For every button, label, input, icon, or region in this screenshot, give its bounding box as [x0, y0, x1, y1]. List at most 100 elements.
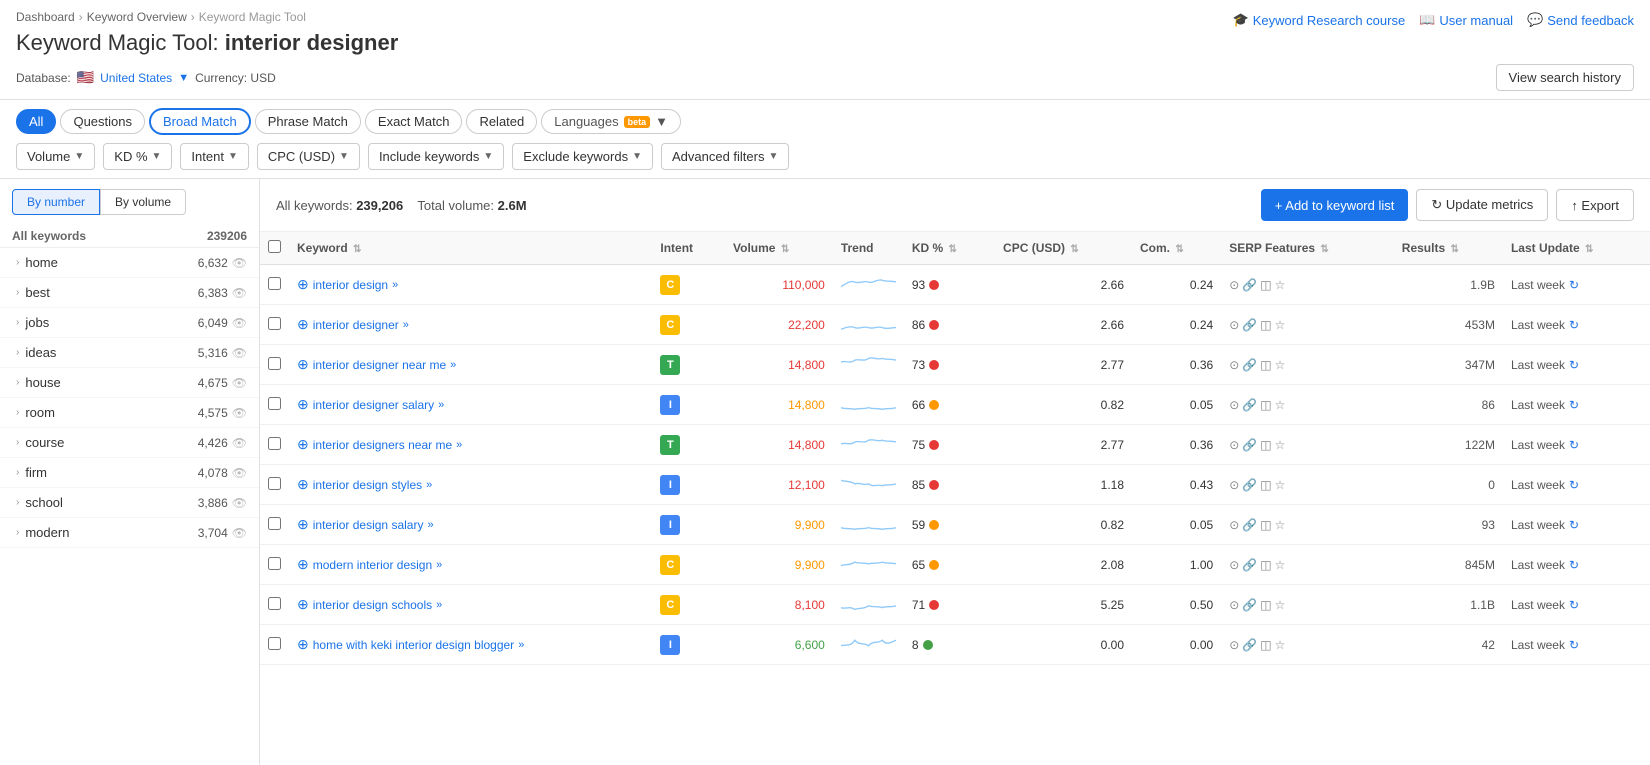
intent-filter[interactable]: Intent▼: [180, 143, 248, 170]
volume-header[interactable]: Volume ⇅: [725, 232, 833, 265]
row-checkbox[interactable]: [268, 357, 281, 370]
com-header[interactable]: Com. ⇅: [1132, 232, 1221, 265]
export-button[interactable]: ↑ Export: [1556, 189, 1634, 221]
keyword-cell: ⊕ interior designer »: [289, 305, 652, 345]
sort-by-volume-button[interactable]: By volume: [100, 189, 186, 215]
intent-badge: C: [660, 275, 680, 295]
keyword-link[interactable]: ⊕ interior designer »: [297, 316, 644, 333]
kd-header[interactable]: KD % ⇅: [904, 232, 995, 265]
sidebar-item[interactable]: ›home 6,632👁: [0, 248, 259, 278]
keyword-link[interactable]: ⊕ interior designer salary »: [297, 396, 644, 413]
row-checkbox[interactable]: [268, 277, 281, 290]
row-checkbox[interactable]: [268, 557, 281, 570]
include-keywords-filter[interactable]: Include keywords▼: [368, 143, 504, 170]
keyword-link[interactable]: ⊕ interior design schools »: [297, 596, 644, 613]
keyword-cell: ⊕ interior designer near me »: [289, 345, 652, 385]
tab-phrase-match[interactable]: Phrase Match: [255, 109, 361, 134]
keyword-link[interactable]: ⊕ interior design »: [297, 276, 644, 293]
arrows-icon: »: [456, 439, 462, 451]
intent-badge: T: [660, 435, 680, 455]
intent-cell: I: [652, 385, 725, 425]
chevron-down-icon[interactable]: ▼: [178, 72, 189, 84]
update-label: Last week: [1511, 478, 1565, 492]
breadcrumb-current: Keyword Magic Tool: [199, 10, 306, 24]
refresh-icon[interactable]: ↻: [1569, 358, 1579, 372]
row-checkbox[interactable]: [268, 437, 281, 450]
cpc-header[interactable]: CPC (USD) ⇅: [995, 232, 1132, 265]
volume-filter[interactable]: Volume▼: [16, 143, 95, 170]
keyword-link[interactable]: ⊕ interior design salary »: [297, 516, 644, 533]
serp-icon: ◫: [1260, 358, 1271, 372]
tab-related[interactable]: Related: [466, 109, 537, 134]
keyword-link[interactable]: ⊕ modern interior design »: [297, 556, 644, 573]
kd-dot: [929, 440, 939, 450]
exclude-keywords-filter[interactable]: Exclude keywords▼: [512, 143, 653, 170]
serp-icon: ⊙: [1229, 278, 1239, 292]
sidebar-item[interactable]: ›school 3,886👁: [0, 488, 259, 518]
keyword-link[interactable]: ⊕ interior design styles »: [297, 476, 644, 493]
row-checkbox[interactable]: [268, 517, 281, 530]
trend-cell: [833, 305, 904, 345]
user-manual-link[interactable]: 📖 User manual: [1419, 12, 1513, 28]
refresh-icon[interactable]: ↻: [1569, 518, 1579, 532]
refresh-icon[interactable]: ↻: [1569, 398, 1579, 412]
results-cell: 0: [1394, 465, 1503, 505]
plus-icon: ⊕: [297, 276, 309, 293]
results-header[interactable]: Results ⇅: [1394, 232, 1503, 265]
sidebar-item[interactable]: ›jobs 6,049👁: [0, 308, 259, 338]
update-metrics-button[interactable]: ↻ Update metrics: [1416, 189, 1548, 221]
serp-features-cell: ⊙ 🔗 ◫ ☆: [1221, 345, 1394, 385]
languages-button[interactable]: Languages beta ▼: [541, 109, 681, 134]
intent-badge: I: [660, 475, 680, 495]
breadcrumb-keyword-overview[interactable]: Keyword Overview: [87, 10, 187, 24]
sidebar-item[interactable]: ›firm 4,078👁: [0, 458, 259, 488]
refresh-icon[interactable]: ↻: [1569, 278, 1579, 292]
add-to-keyword-list-button[interactable]: + Add to keyword list: [1261, 189, 1409, 221]
serp-features-header[interactable]: SERP Features ⇅: [1221, 232, 1394, 265]
refresh-icon[interactable]: ↻: [1569, 438, 1579, 452]
select-all-checkbox[interactable]: [268, 240, 281, 253]
last-update-header[interactable]: Last Update ⇅: [1503, 232, 1650, 265]
keyword-research-course-link[interactable]: 🎓 Keyword Research course: [1233, 12, 1406, 28]
refresh-icon[interactable]: ↻: [1569, 478, 1579, 492]
refresh-icon[interactable]: ↻: [1569, 318, 1579, 332]
kd-filter[interactable]: KD %▼: [103, 143, 172, 170]
advanced-filters[interactable]: Advanced filters▼: [661, 143, 789, 170]
tab-all[interactable]: All: [16, 109, 56, 134]
plus-icon: ⊕: [297, 476, 309, 493]
sidebar-item[interactable]: ›modern 3,704👁: [0, 518, 259, 548]
serp-icon: ⊙: [1229, 598, 1239, 612]
tab-questions[interactable]: Questions: [60, 109, 145, 134]
serp-icon: ☆: [1275, 598, 1286, 612]
view-history-button[interactable]: View search history: [1496, 64, 1634, 91]
table-row: ⊕ home with keki interior design blogger…: [260, 625, 1650, 665]
sidebar-item[interactable]: ›ideas 5,316👁: [0, 338, 259, 368]
intent-cell: T: [652, 345, 725, 385]
breadcrumb-dashboard[interactable]: Dashboard: [16, 10, 75, 24]
refresh-icon[interactable]: ↻: [1569, 638, 1579, 652]
keyword-link[interactable]: ⊕ interior designers near me »: [297, 436, 644, 453]
sidebar-item[interactable]: ›course 4,426👁: [0, 428, 259, 458]
keyword-link[interactable]: ⊕ home with keki interior design blogger…: [297, 636, 644, 653]
keyword-link[interactable]: ⊕ interior designer near me »: [297, 356, 644, 373]
cpc-filter[interactable]: CPC (USD)▼: [257, 143, 360, 170]
sidebar-item[interactable]: ›best 6,383👁: [0, 278, 259, 308]
serp-icon: ◫: [1260, 438, 1271, 452]
row-checkbox[interactable]: [268, 477, 281, 490]
tab-exact-match[interactable]: Exact Match: [365, 109, 463, 134]
row-checkbox[interactable]: [268, 597, 281, 610]
row-checkbox-cell: [260, 305, 289, 345]
send-feedback-link[interactable]: 💬 Send feedback: [1527, 12, 1634, 28]
sidebar-item[interactable]: ›house 4,675👁: [0, 368, 259, 398]
row-checkbox[interactable]: [268, 317, 281, 330]
refresh-icon[interactable]: ↻: [1569, 598, 1579, 612]
sort-by-number-button[interactable]: By number: [12, 189, 100, 215]
row-checkbox[interactable]: [268, 397, 281, 410]
refresh-icon[interactable]: ↻: [1569, 558, 1579, 572]
tab-broad-match[interactable]: Broad Match: [149, 108, 251, 135]
database-country-link[interactable]: United States: [100, 71, 172, 85]
row-checkbox[interactable]: [268, 637, 281, 650]
intent-cell: T: [652, 425, 725, 465]
keyword-header[interactable]: Keyword ⇅: [289, 232, 652, 265]
sidebar-item[interactable]: ›room 4,575👁: [0, 398, 259, 428]
